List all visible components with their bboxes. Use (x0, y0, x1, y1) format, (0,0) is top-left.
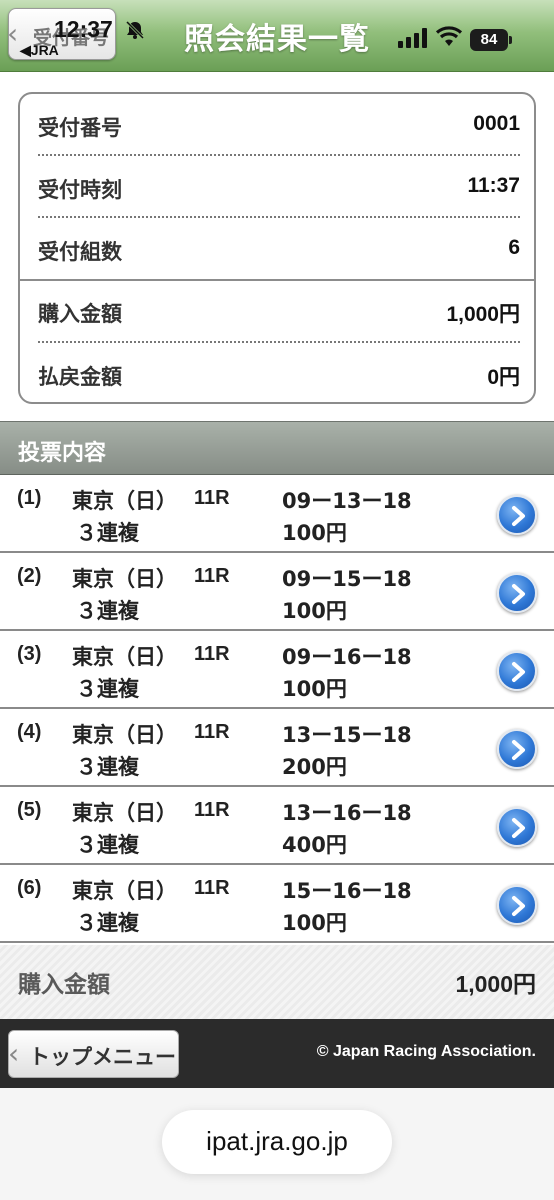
summary-label: 受付組数 (38, 240, 122, 264)
top-menu-label: トップメニュー (29, 1045, 176, 1069)
bet-venue: 東京（日） (72, 567, 177, 591)
bet-number: (4) (17, 721, 42, 743)
bet-combination: 09ー13ー18 (282, 489, 412, 513)
bet-combination: 09ー15ー18 (282, 567, 412, 591)
bet-race: 11R (194, 877, 230, 899)
cellular-signal-icon (398, 28, 427, 48)
summary-label: 購入金額 (38, 302, 122, 326)
chevron-right-icon (512, 896, 525, 916)
summary-value: 1,000円 (446, 303, 520, 326)
bet-amount: 100円 (282, 521, 347, 545)
bet-number: (5) (17, 799, 42, 821)
bet-type: ３連複 (76, 911, 139, 935)
summary-row-purchase-amount: 購入金額 1,000円 (38, 280, 520, 342)
total-value: 1,000円 (455, 971, 536, 997)
bet-row[interactable]: (6) 東京（日） 11R ３連複 15ー16ー18 100円 (0, 865, 554, 943)
summary-label: 払戻金額 (38, 365, 122, 389)
summary-value: 0円 (487, 366, 520, 389)
bet-type: ３連複 (76, 521, 139, 545)
top-menu-button[interactable]: ‹ トップメニュー (8, 1030, 179, 1078)
app-header: ‹ 受付番号 12:37 ◀JRA 照会結果一覧 84 (0, 0, 554, 72)
bet-number: (3) (17, 643, 42, 665)
bet-race: 11R (194, 721, 230, 743)
summary-label: 受付時刻 (38, 178, 122, 202)
bet-venue: 東京（日） (72, 489, 177, 513)
summary-label: 受付番号 (38, 116, 122, 140)
bet-number: (2) (17, 565, 42, 587)
address-bar[interactable]: ipat.jra.go.jp (162, 1110, 392, 1174)
bet-number: (1) (17, 487, 42, 509)
bet-venue: 東京（日） (72, 801, 177, 825)
wifi-icon (436, 26, 462, 46)
summary-row-receipt-no: 受付番号 0001 (38, 94, 520, 156)
status-time: 12:37 (54, 16, 113, 42)
return-app-name: JRA (30, 42, 59, 58)
summary-value: 6 (508, 236, 520, 259)
summary-row-payout-amount: 払戻金額 0円 (38, 343, 520, 405)
bet-row[interactable]: (2) 東京（日） 11R ３連複 09ー15ー18 100円 (0, 553, 554, 631)
bet-venue: 東京（日） (72, 645, 177, 669)
bet-combination: 13ー15ー18 (282, 723, 412, 747)
bet-amount: 100円 (282, 677, 347, 701)
bet-amount: 400円 (282, 833, 347, 857)
bet-list: (1) 東京（日） 11R ３連複 09ー13ー18 100円 (2) 東京（日… (0, 475, 554, 943)
bet-race: 11R (194, 565, 230, 587)
bet-race: 11R (194, 643, 230, 665)
bet-row[interactable]: (3) 東京（日） 11R ３連複 09ー16ー18 100円 (0, 631, 554, 709)
bet-type: ３連複 (76, 755, 139, 779)
bet-venue: 東京（日） (72, 879, 177, 903)
summary-value: 11:37 (467, 174, 520, 197)
bet-contents-section-header: 投票内容 (0, 421, 554, 475)
summary-value: 0001 (473, 112, 520, 135)
bet-race: 11R (194, 799, 230, 821)
total-label: 購入金額 (18, 972, 110, 998)
summary-row-receipt-time: 受付時刻 11:37 (38, 156, 520, 218)
bet-type: ３連複 (76, 833, 139, 857)
return-app-label: ◀JRA (20, 42, 59, 58)
copyright-text: © Japan Racing Association. (316, 1043, 536, 1060)
page-title: 照会結果一覧 (184, 22, 370, 57)
bet-type: ３連複 (76, 599, 139, 623)
url-text: ipat.jra.go.jp (206, 1126, 348, 1156)
detail-chevron-button[interactable] (497, 885, 537, 925)
chevron-right-icon (512, 584, 525, 604)
chevron-right-icon (512, 506, 525, 526)
bet-amount: 100円 (282, 599, 347, 623)
detail-chevron-button[interactable] (497, 495, 537, 535)
back-chevron-icon: ‹ (8, 1037, 20, 1070)
chevron-right-icon (512, 740, 525, 760)
chevron-right-icon (512, 818, 525, 838)
bet-venue: 東京（日） (72, 723, 177, 747)
bet-number: (6) (17, 877, 42, 899)
bet-race: 11R (194, 487, 230, 509)
bet-combination: 15ー16ー18 (282, 879, 412, 903)
bet-combination: 13ー16ー18 (282, 801, 412, 825)
bet-amount: 200円 (282, 755, 347, 779)
bet-combination: 09ー16ー18 (282, 645, 412, 669)
bet-row[interactable]: (5) 東京（日） 11R ３連複 13ー16ー18 400円 (0, 787, 554, 865)
footer-bar: ‹ トップメニュー © Japan Racing Association. (0, 1019, 554, 1088)
detail-chevron-button[interactable] (497, 573, 537, 613)
bell-slash-icon (125, 20, 145, 40)
total-bar: 購入金額 1,000円 (0, 945, 554, 1019)
summary-row-bet-count: 受付組数 6 (38, 218, 520, 280)
section-title: 投票内容 (18, 441, 107, 466)
chevron-right-icon (512, 662, 525, 682)
detail-chevron-button[interactable] (497, 729, 537, 769)
bet-amount: 100円 (282, 911, 347, 935)
battery-indicator: 84 (470, 29, 512, 51)
receipt-summary-card: 受付番号 0001 受付時刻 11:37 受付組数 6 購入金額 1,000円 … (18, 92, 536, 404)
bet-row[interactable]: (4) 東京（日） 11R ３連複 13ー15ー18 200円 (0, 709, 554, 787)
bet-type: ３連複 (76, 677, 139, 701)
detail-chevron-button[interactable] (497, 807, 537, 847)
bet-row[interactable]: (1) 東京（日） 11R ３連複 09ー13ー18 100円 (0, 475, 554, 553)
detail-chevron-button[interactable] (497, 651, 537, 691)
